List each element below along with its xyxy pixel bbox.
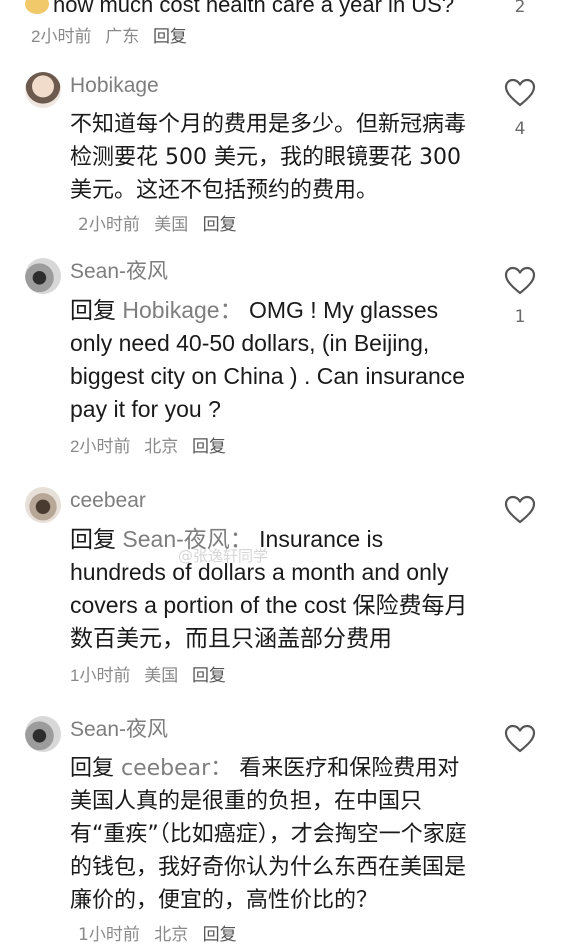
comment-location: 美国 xyxy=(144,666,179,685)
reply-button[interactable]: 回复 xyxy=(153,27,187,46)
like-count: 2 xyxy=(514,0,526,17)
comment-body: 回复 ceebear： 看来医疗和保险费用对美国人真的是很重的负担，在中国只有“… xyxy=(70,752,475,952)
like-button[interactable] xyxy=(503,495,537,525)
avatar[interactable] xyxy=(25,72,61,108)
emoji-face-icon xyxy=(25,0,49,14)
comment-username[interactable]: Sean-夜风 xyxy=(70,716,168,744)
avatar[interactable] xyxy=(25,258,61,294)
comment-body: 不知道每个月的费用是多少。但新冠病毒检测要花 500 美元，我的眼镜要花 300… xyxy=(70,108,475,242)
reply-button[interactable]: 回复 xyxy=(203,925,237,945)
comment-meta: 2小时前 北京 回复 xyxy=(70,430,475,463)
comment-username[interactable]: ceebear xyxy=(70,487,146,515)
comment-location: 广东 xyxy=(105,27,140,46)
comment-time: 1小时前 xyxy=(70,666,131,685)
reply-prefix: 回复 xyxy=(70,526,116,552)
like-count: 4 xyxy=(514,119,526,139)
comment-meta: 1小时前 美国 回复 xyxy=(70,659,475,692)
reply-button[interactable]: 回复 xyxy=(192,666,226,685)
comment-location: 北京 xyxy=(154,925,189,945)
reply-prefix: 回复 xyxy=(70,756,115,781)
comment-time: 1小时前 xyxy=(78,925,140,945)
comment-username[interactable]: Hobikage xyxy=(70,72,159,100)
top-comment-text: how much cost health care a year in US? xyxy=(53,0,455,17)
like-button[interactable]: 2 xyxy=(503,0,537,16)
heart-outline-icon xyxy=(504,78,536,107)
comment-username[interactable]: Sean-夜风 xyxy=(70,258,168,286)
reply-prefix: 回复 xyxy=(70,297,116,323)
like-button[interactable]: 4 xyxy=(503,78,537,138)
comment-body: 回复 Sean-夜风： Insurance is hundreds of dol… xyxy=(70,523,475,692)
like-button[interactable] xyxy=(503,724,537,754)
comment-time: 2小时前 xyxy=(78,215,140,235)
comment-meta: 2小时前 美国 回复 xyxy=(78,215,246,235)
mention-link[interactable]: Hobikage： xyxy=(122,297,242,323)
comment-location: 北京 xyxy=(144,437,179,456)
comment-time: 2小时前 xyxy=(31,27,92,46)
comment-time: 2小时前 xyxy=(70,437,131,456)
like-count: 1 xyxy=(514,307,526,327)
heart-outline-icon xyxy=(504,495,536,524)
reply-button[interactable]: 回复 xyxy=(203,215,237,235)
like-button[interactable]: 1 xyxy=(503,266,537,326)
comment-location: 美国 xyxy=(154,215,189,235)
heart-outline-icon xyxy=(504,266,536,295)
avatar[interactable] xyxy=(25,487,61,523)
reply-button[interactable]: 回复 xyxy=(192,437,226,456)
heart-outline-icon xyxy=(504,724,536,753)
mention-link[interactable]: Sean-夜风： xyxy=(122,526,252,552)
top-comment-meta: 2小时前 广东 回复 xyxy=(31,27,196,46)
mention-link[interactable]: ceebear： xyxy=(121,756,232,781)
comment-body: 回复 Hobikage： OMG ! My glasses only need … xyxy=(70,294,475,463)
top-comment-body: how much cost health care a year in US? … xyxy=(25,0,485,52)
avatar[interactable] xyxy=(25,716,61,752)
comment-meta: 1小时前 北京 回复 xyxy=(78,925,246,945)
comment-text: 不知道每个月的费用是多少。但新冠病毒检测要花 500 美元，我的眼镜要花 300… xyxy=(70,112,467,203)
